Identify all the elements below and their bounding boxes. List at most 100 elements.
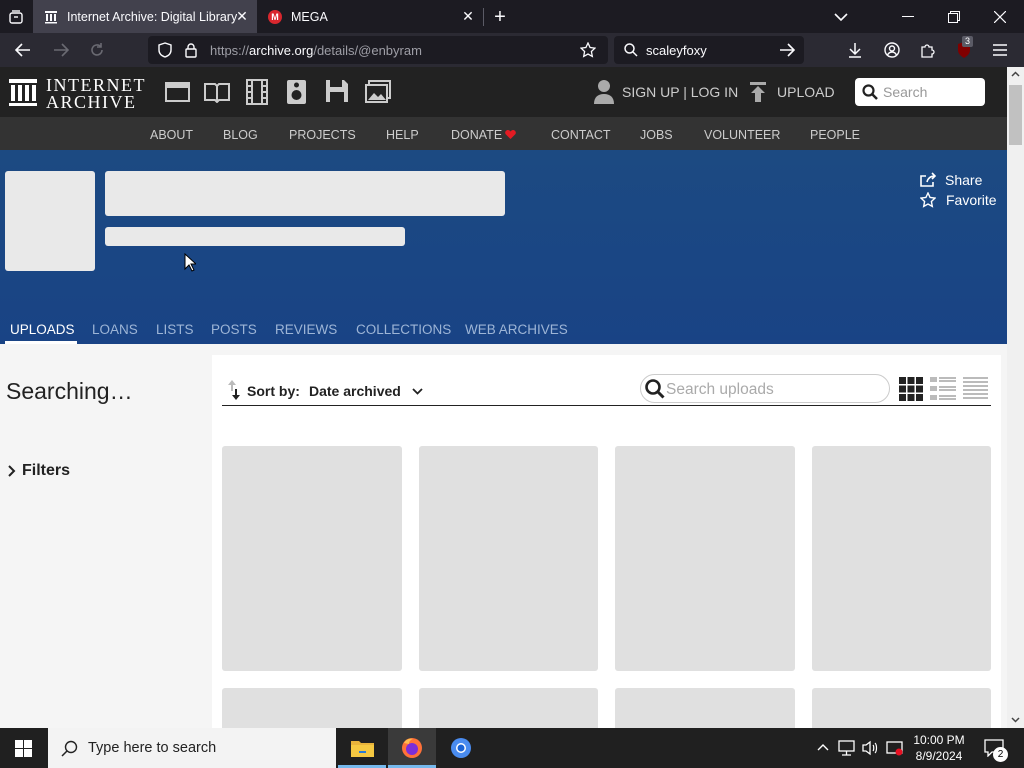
web-media-icon[interactable] [165, 81, 190, 103]
internet-archive-favicon-icon [43, 9, 59, 25]
tab-posts[interactable]: POSTS [211, 322, 257, 337]
shield-icon[interactable] [156, 41, 174, 59]
texts-book-icon[interactable] [204, 81, 230, 103]
firefox-taskbar-button[interactable] [388, 728, 436, 768]
item-tile-placeholder [615, 688, 795, 728]
sort-value-dropdown[interactable]: Date archived [309, 383, 401, 399]
ia-logo[interactable]: INTERNET ARCHIVE [8, 75, 148, 112]
scroll-up-arrow-icon[interactable] [1011, 71, 1020, 77]
browser-search-bar[interactable]: scaleyfoxy [614, 36, 804, 64]
nav-about[interactable]: ABOUT [150, 128, 193, 142]
share-link[interactable]: Share [945, 172, 982, 188]
scroll-down-arrow-icon[interactable] [1011, 717, 1020, 723]
upload-arrow-icon[interactable] [749, 81, 767, 103]
url-text[interactable]: https://archive.org/details/@enbyram [210, 43, 422, 58]
search-go-arrow-icon[interactable] [778, 42, 796, 58]
item-tile-placeholder [222, 446, 402, 671]
search-uploads-input[interactable]: Search uploads [640, 374, 890, 403]
close-tab-icon[interactable]: ✕ [235, 9, 249, 23]
account-icon[interactable] [882, 40, 902, 60]
security-center-icon[interactable] [886, 740, 903, 756]
filters-toggle[interactable]: Filters [8, 462, 70, 480]
folder-icon [351, 741, 374, 757]
extensions-puzzle-icon[interactable] [918, 40, 938, 60]
nav-contact[interactable]: CONTACT [551, 128, 611, 142]
windows-taskbar: Type here to search 10:00 PM 8/9/2024 2 [0, 728, 1024, 768]
forward-icon[interactable] [50, 40, 72, 60]
tab-collections[interactable]: COLLECTIONS [356, 322, 451, 337]
url-scheme: https:// [210, 43, 250, 58]
clock-date: 8/9/2024 [915, 749, 963, 763]
page-scrollbar[interactable] [1007, 67, 1024, 728]
favorite-link[interactable]: Favorite [946, 192, 997, 208]
new-tab-icon[interactable]: + [490, 6, 510, 28]
url-bar[interactable]: https://archive.org/details/@enbyram [148, 36, 608, 64]
search-icon [61, 740, 78, 757]
audio-speaker-icon[interactable] [286, 79, 307, 105]
tab-mega[interactable]: M MEGA ✕ [257, 0, 483, 33]
mega-favicon-icon: M [267, 9, 283, 25]
signup-login-link[interactable]: SIGN UP | LOG IN [622, 84, 738, 100]
browser-search-value[interactable]: scaleyfoxy [646, 43, 707, 58]
tab-uploads[interactable]: UPLOADS [10, 322, 75, 337]
ia-subnav: ABOUT BLOG PROJECTS HELP DONATE CONTACT … [0, 117, 1007, 150]
close-window-icon[interactable] [990, 7, 1010, 27]
browser-tab-strip: Internet Archive: Digital Library o ✕ M … [0, 0, 1024, 33]
browser-navigation-bar: https://archive.org/details/@enbyram sca… [0, 33, 1024, 67]
item-tile-placeholder [615, 446, 795, 671]
tab-web-archives[interactable]: WEB ARCHIVES [465, 322, 568, 337]
user-avatar-icon[interactable] [594, 79, 614, 105]
favorite-star-icon[interactable] [920, 192, 936, 208]
network-icon[interactable] [838, 740, 855, 756]
chevron-right-icon [8, 465, 16, 477]
downloads-icon[interactable] [845, 40, 865, 60]
nav-volunteer[interactable]: VOLUNTEER [704, 128, 780, 142]
bookmark-star-icon[interactable] [578, 41, 598, 59]
grid-view-icon[interactable] [899, 377, 923, 401]
nav-help[interactable]: HELP [386, 128, 419, 142]
lock-icon[interactable] [182, 41, 200, 59]
tab-internet-archive[interactable]: Internet Archive: Digital Library o ✕ [33, 0, 257, 33]
chromium-taskbar-button[interactable] [437, 728, 485, 768]
menu-hamburger-icon[interactable] [990, 40, 1010, 60]
nav-blog[interactable]: BLOG [223, 128, 258, 142]
list-compact-view-icon[interactable] [963, 377, 988, 401]
nav-jobs[interactable]: JOBS [640, 128, 673, 142]
nav-projects[interactable]: PROJECTS [289, 128, 356, 142]
chevron-down-icon[interactable] [412, 388, 423, 395]
ia-search-placeholder: Search [883, 84, 928, 100]
software-floppy-icon[interactable] [325, 79, 349, 103]
extension-badge: 3 [962, 36, 974, 47]
tray-chevron-up-icon[interactable] [817, 743, 829, 751]
taskbar-search-box[interactable]: Type here to search [48, 728, 336, 768]
reload-icon[interactable] [86, 40, 108, 60]
ia-search-input[interactable]: Search [855, 78, 985, 106]
search-icon [645, 379, 665, 399]
file-explorer-taskbar-button[interactable] [338, 728, 386, 768]
tab-reviews[interactable]: REVIEWS [275, 322, 337, 337]
nav-people[interactable]: PEOPLE [810, 128, 860, 142]
clock[interactable]: 10:00 PM 8/9/2024 [908, 732, 970, 764]
close-tab-icon[interactable]: ✕ [461, 9, 475, 23]
tab-list-icon[interactable] [6, 7, 26, 27]
video-film-icon[interactable] [245, 79, 269, 105]
chevron-down-icon[interactable] [831, 7, 851, 27]
windows-start-icon[interactable] [15, 740, 32, 757]
images-icon[interactable] [365, 80, 391, 104]
volume-icon[interactable] [862, 740, 878, 756]
profile-subtitle-placeholder [105, 227, 405, 246]
share-icon[interactable] [920, 172, 937, 187]
item-tile-placeholder [222, 688, 402, 728]
back-icon[interactable] [12, 40, 34, 60]
scrollbar-thumb[interactable] [1009, 85, 1022, 145]
minimize-icon[interactable] [898, 7, 918, 27]
list-detail-view-icon[interactable] [930, 377, 956, 401]
restore-icon[interactable] [944, 7, 964, 27]
sort-direction-icon[interactable] [227, 379, 241, 401]
filters-label: Filters [22, 462, 71, 479]
tab-lists[interactable]: LISTS [156, 322, 194, 337]
nav-donate[interactable]: DONATE [451, 128, 502, 142]
upload-link[interactable]: UPLOAD [777, 84, 835, 100]
tab-loans[interactable]: LOANS [92, 322, 138, 337]
profile-banner: Share Favorite UPLOADS LOANS LISTS POSTS… [0, 150, 1007, 344]
